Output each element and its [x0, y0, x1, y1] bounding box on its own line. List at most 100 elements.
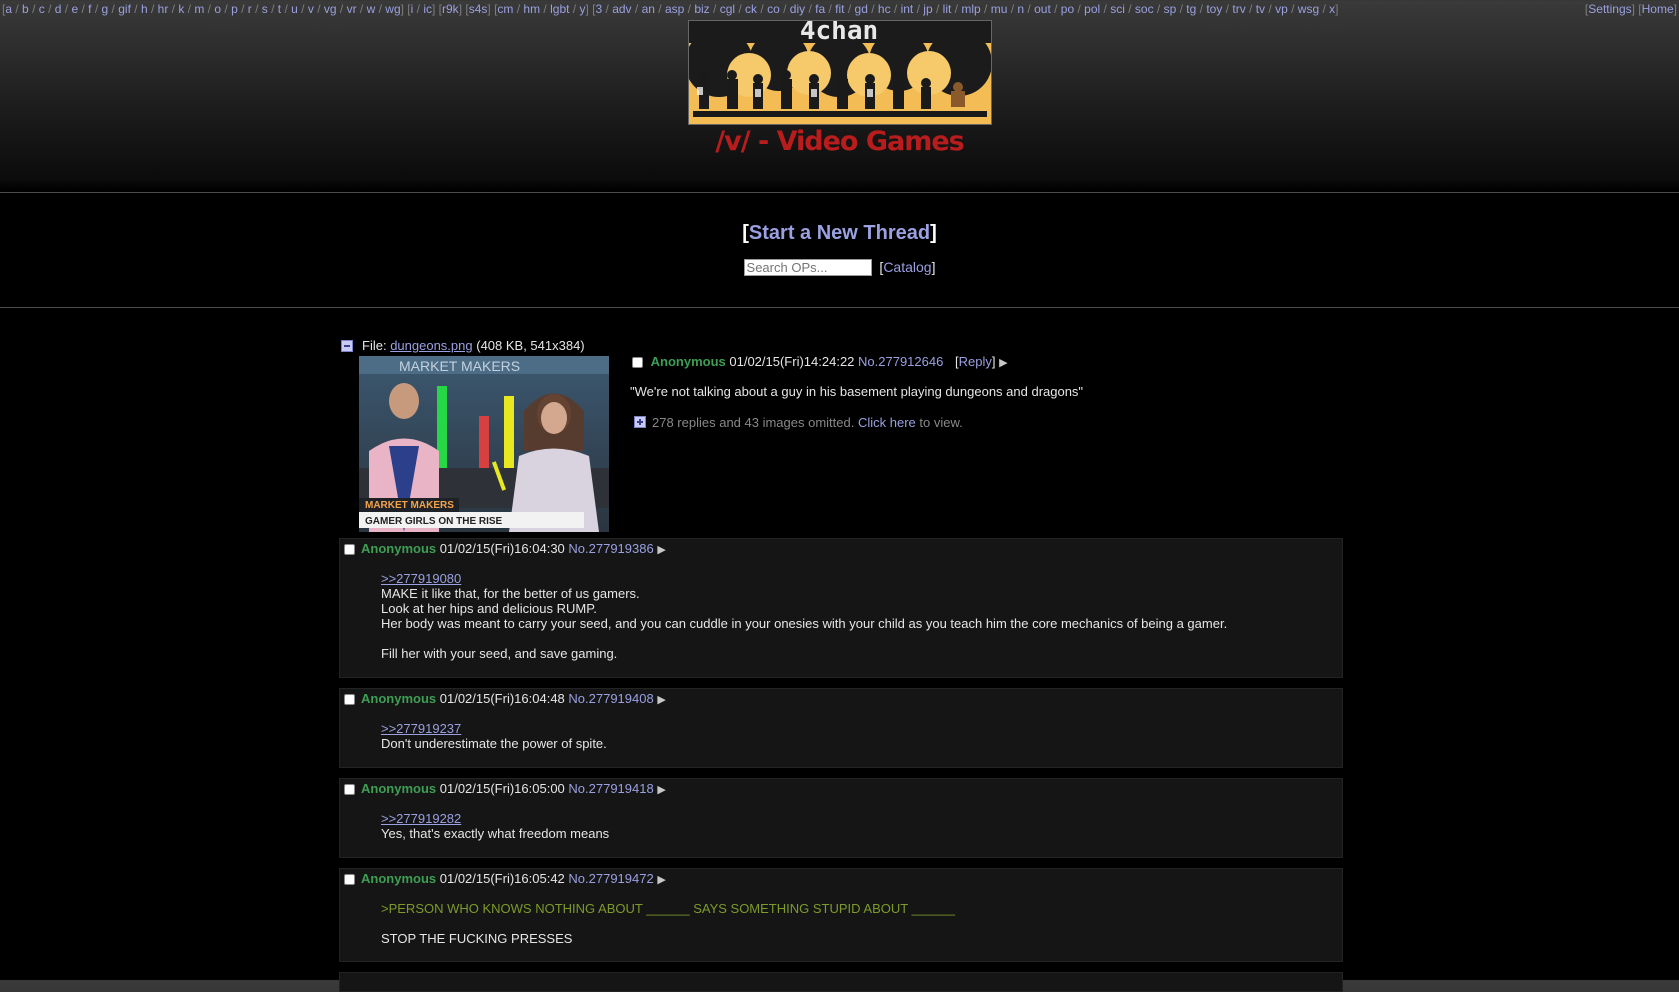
board-link-p[interactable]: p — [231, 2, 238, 16]
op-select-checkbox[interactable] — [632, 357, 643, 369]
board-link-biz[interactable]: biz — [694, 2, 709, 16]
nav-separator: / — [375, 2, 386, 16]
nav-separator: / — [313, 2, 324, 16]
nav-separator: / — [932, 2, 943, 16]
nav-separator: / — [221, 2, 232, 16]
board-link-pol[interactable]: pol — [1084, 2, 1100, 16]
nav-separator: / — [44, 2, 55, 16]
board-link-mu[interactable]: mu — [991, 2, 1008, 16]
hide-thread-icon[interactable] — [341, 340, 353, 352]
nav-separator: / — [91, 2, 102, 16]
thumb-caption-brand: MARKET MAKERS — [365, 500, 454, 511]
board-link-adv[interactable]: adv — [612, 2, 631, 16]
message-line: Her body was meant to carry your seed, a… — [381, 616, 1228, 631]
board-link-fa[interactable]: fa — [815, 2, 825, 16]
nav-separator: / — [890, 2, 901, 16]
nav-separator: / — [735, 2, 746, 16]
board-link-vg[interactable]: vg — [324, 2, 337, 16]
board-link-w[interactable]: w — [367, 2, 376, 16]
start-new-thread-link[interactable]: Start a New Thread — [749, 222, 930, 244]
nav-separator: / — [1176, 2, 1187, 16]
board-link-int[interactable]: int — [901, 2, 914, 16]
nav-separator: / — [684, 2, 695, 16]
post-number[interactable]: No.277912646 — [858, 354, 943, 369]
post-menu-arrow-icon[interactable]: ▶ — [999, 357, 1007, 369]
reply-post: Anonymous 01/02/15(Fri)16:04:48 No.27791… — [339, 688, 1343, 768]
board-title: /v/ - Video Games — [715, 126, 965, 157]
catalog-link[interactable]: Catalog — [883, 259, 931, 275]
reply-select-checkbox[interactable] — [344, 544, 355, 556]
post-number[interactable]: No.277919418 — [568, 781, 653, 796]
post-number[interactable]: No.277919472 — [568, 871, 653, 886]
board-link-out[interactable]: out — [1034, 2, 1051, 16]
reply-select-checkbox[interactable] — [344, 784, 355, 796]
home-link[interactable]: Home — [1642, 2, 1674, 16]
board-link-hm[interactable]: hm — [523, 2, 540, 16]
board-link-an[interactable]: an — [642, 2, 655, 16]
board-link-gif[interactable]: gif — [118, 2, 131, 16]
post-number[interactable]: No.277919408 — [568, 691, 653, 706]
nav-separator: / — [980, 2, 991, 16]
board-link-ck[interactable]: ck — [745, 2, 757, 16]
board-link-tv[interactable]: tv — [1256, 2, 1265, 16]
board-link-vp[interactable]: vp — [1275, 2, 1288, 16]
post-menu-arrow-icon[interactable]: ▶ — [657, 544, 665, 556]
nav-separator: / — [1100, 2, 1111, 16]
quote-link[interactable]: >>277919237 — [381, 721, 607, 736]
quote-link[interactable]: >>277919080 — [381, 571, 1227, 586]
board-link-gd[interactable]: gd — [855, 2, 868, 16]
board-link-tg[interactable]: tg — [1186, 2, 1196, 16]
board-link-co[interactable]: co — [767, 2, 780, 16]
board-link-ic[interactable]: ic — [423, 2, 432, 16]
board-link-u[interactable]: u — [291, 2, 298, 16]
board-link-mlp[interactable]: mlp — [961, 2, 980, 16]
board-link-cm[interactable]: cm — [497, 2, 513, 16]
board-list: [a / b / c / d / e / f / g / gif / h / h… — [2, 2, 1338, 16]
nav-separator: / — [1024, 2, 1035, 16]
board-link-diy[interactable]: diy — [790, 2, 805, 16]
nav-separator: / — [1319, 2, 1330, 16]
board-link-po[interactable]: po — [1061, 2, 1074, 16]
board-link-trv[interactable]: trv — [1232, 2, 1245, 16]
board-link-lgbt[interactable]: lgbt — [550, 2, 569, 16]
board-link-hc[interactable]: hc — [878, 2, 891, 16]
board-link-r9k[interactable]: r9k — [442, 2, 459, 16]
board-link-m[interactable]: m — [194, 2, 204, 16]
nav-separator: / — [1074, 2, 1085, 16]
post-menu-arrow-icon[interactable]: ▶ — [657, 784, 665, 796]
board-link-wsg[interactable]: wsg — [1298, 2, 1319, 16]
quote-link[interactable]: >>277919282 — [381, 811, 609, 826]
file-label: File: — [362, 338, 387, 353]
board-link-h[interactable]: h — [141, 2, 148, 16]
nav-bracket: ] — [1335, 2, 1339, 16]
settings-link[interactable]: Settings — [1588, 2, 1631, 16]
post-number[interactable]: No.277919386 — [568, 541, 653, 556]
board-link-s4s[interactable]: s4s — [469, 2, 488, 16]
file-link[interactable]: dungeons.png — [390, 338, 472, 353]
search-ops-input[interactable] — [743, 258, 872, 276]
board-link-hr[interactable]: hr — [158, 2, 169, 16]
board-link-jp[interactable]: jp — [923, 2, 932, 16]
reply-header: Anonymous 01/02/15(Fri)16:05:00 No.27791… — [344, 781, 666, 798]
board-link-b[interactable]: b — [22, 2, 29, 16]
post-menu-arrow-icon[interactable]: ▶ — [657, 874, 665, 886]
board-link-asp[interactable]: asp — [665, 2, 684, 16]
reply-select-checkbox[interactable] — [344, 874, 355, 886]
nav-separator: / — [779, 2, 790, 16]
click-here-link[interactable]: Click here — [858, 415, 916, 430]
board-link-cgl[interactable]: cgl — [720, 2, 735, 16]
expand-thread-icon[interactable] — [634, 416, 646, 428]
board-link-fit[interactable]: fit — [835, 2, 844, 16]
board-link-vr[interactable]: vr — [347, 2, 357, 16]
board-link-sci[interactable]: sci — [1110, 2, 1125, 16]
op-thumbnail[interactable]: MARKET MAKERS MARKET MAKERS GAMER GIRLS … — [359, 356, 609, 532]
board-link-toy[interactable]: toy — [1206, 2, 1222, 16]
post-menu-arrow-icon[interactable]: ▶ — [657, 694, 665, 706]
post-date: 01/02/15(Fri)16:05:42 — [439, 871, 565, 886]
board-link-sp[interactable]: sp — [1164, 2, 1177, 16]
reply-select-checkbox[interactable] — [344, 694, 355, 706]
board-link-soc[interactable]: soc — [1135, 2, 1154, 16]
reply-link[interactable]: Reply — [959, 354, 992, 369]
board-link-wg[interactable]: wg — [385, 2, 400, 16]
